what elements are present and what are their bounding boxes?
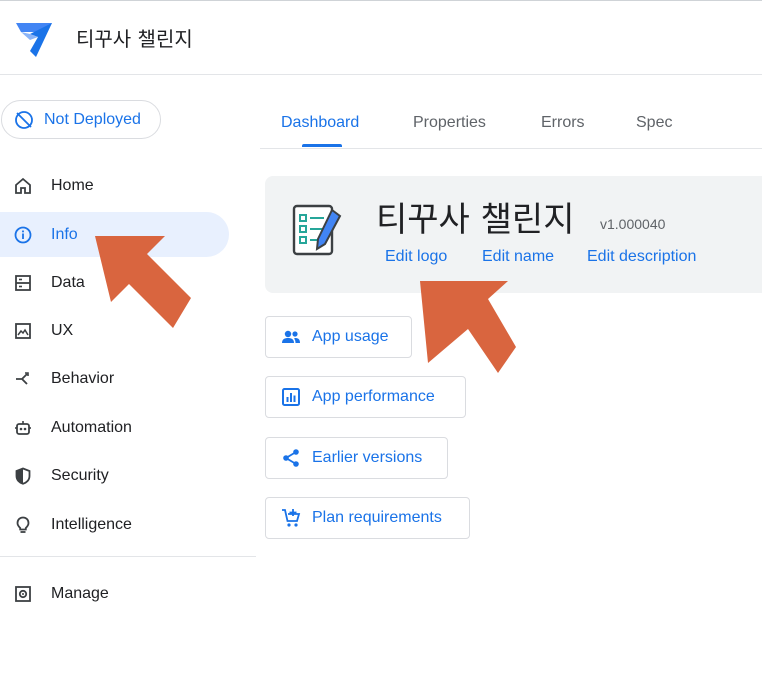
home-icon: [15, 177, 31, 194]
sidebar-divider: [0, 556, 256, 557]
app-usage-button[interactable]: App usage: [265, 316, 412, 358]
sidebar-item-home[interactable]: Home: [0, 163, 229, 208]
tab-bar: Dashboard Properties Errors Spec: [260, 100, 762, 149]
tab-properties[interactable]: Properties: [413, 114, 486, 132]
sidebar-item-label: Home: [51, 176, 94, 194]
app-title: 티꾸사 챌린지: [76, 27, 193, 51]
sidebar-item-label: Info: [51, 225, 78, 243]
sidebar-item-label: Intelligence: [51, 515, 132, 533]
earlier-versions-button[interactable]: Earlier versions: [265, 437, 448, 479]
active-tab-indicator: [302, 144, 342, 147]
plan-requirements-button[interactable]: Plan requirements: [265, 497, 470, 539]
annotation-arrow-edit-logo: [420, 281, 516, 373]
shield-icon: [15, 467, 31, 485]
sidebar-item-intelligence[interactable]: Intelligence: [0, 502, 229, 547]
app-performance-label: App performance: [312, 388, 435, 405]
top-bar: 티꾸사 챌린지: [0, 0, 762, 75]
edit-logo-link[interactable]: Edit logo: [385, 248, 447, 266]
app-usage-label: App usage: [312, 328, 389, 345]
sidebar-item-label: Data: [51, 273, 85, 291]
deploy-status-label: Not Deployed: [44, 110, 141, 128]
manage-icon: [15, 585, 31, 602]
app-performance-button[interactable]: App performance: [265, 376, 466, 418]
cart-icon: [282, 509, 301, 527]
plan-requirements-label: Plan requirements: [312, 509, 442, 526]
appsheet-logo-icon[interactable]: [16, 23, 54, 57]
sidebar-item-label: Behavior: [51, 369, 115, 387]
deploy-status-button[interactable]: Not Deployed: [1, 100, 161, 139]
sidebar-item-label: UX: [51, 321, 74, 339]
not-deployed-icon: [15, 110, 33, 129]
share-icon: [283, 449, 299, 467]
data-icon: [15, 274, 31, 291]
people-icon: [282, 330, 300, 343]
sidebar-item-automation[interactable]: Automation: [0, 405, 229, 450]
app-info-card: 티꾸사 챌린지 v1.000040 Edit logo Edit name Ed…: [265, 176, 762, 293]
tab-spec[interactable]: Spec: [636, 114, 672, 132]
earlier-versions-label: Earlier versions: [312, 449, 423, 466]
edit-name-link[interactable]: Edit name: [482, 248, 554, 266]
ux-icon: [15, 322, 31, 339]
app-logo-icon[interactable]: [292, 202, 344, 258]
sidebar-item-label: Automation: [51, 418, 132, 436]
app-version: v1.000040: [600, 216, 666, 232]
sidebar-item-manage[interactable]: Manage: [0, 571, 229, 616]
sidebar-item-behavior[interactable]: Behavior: [0, 356, 229, 401]
sidebar-item-security[interactable]: Security: [0, 453, 229, 498]
info-icon: [14, 226, 32, 243]
tab-errors[interactable]: Errors: [541, 114, 585, 132]
tab-dashboard[interactable]: Dashboard: [281, 114, 359, 132]
app-name-title: 티꾸사 챌린지: [376, 200, 575, 240]
sidebar-item-label: Security: [51, 466, 109, 484]
chart-icon: [282, 388, 300, 406]
lightbulb-icon: [16, 516, 30, 533]
automation-icon: [15, 420, 31, 435]
annotation-arrow-info: [95, 236, 191, 328]
edit-description-link[interactable]: Edit description: [587, 248, 696, 266]
sidebar-item-label: Manage: [51, 584, 109, 602]
behavior-icon: [16, 371, 29, 385]
